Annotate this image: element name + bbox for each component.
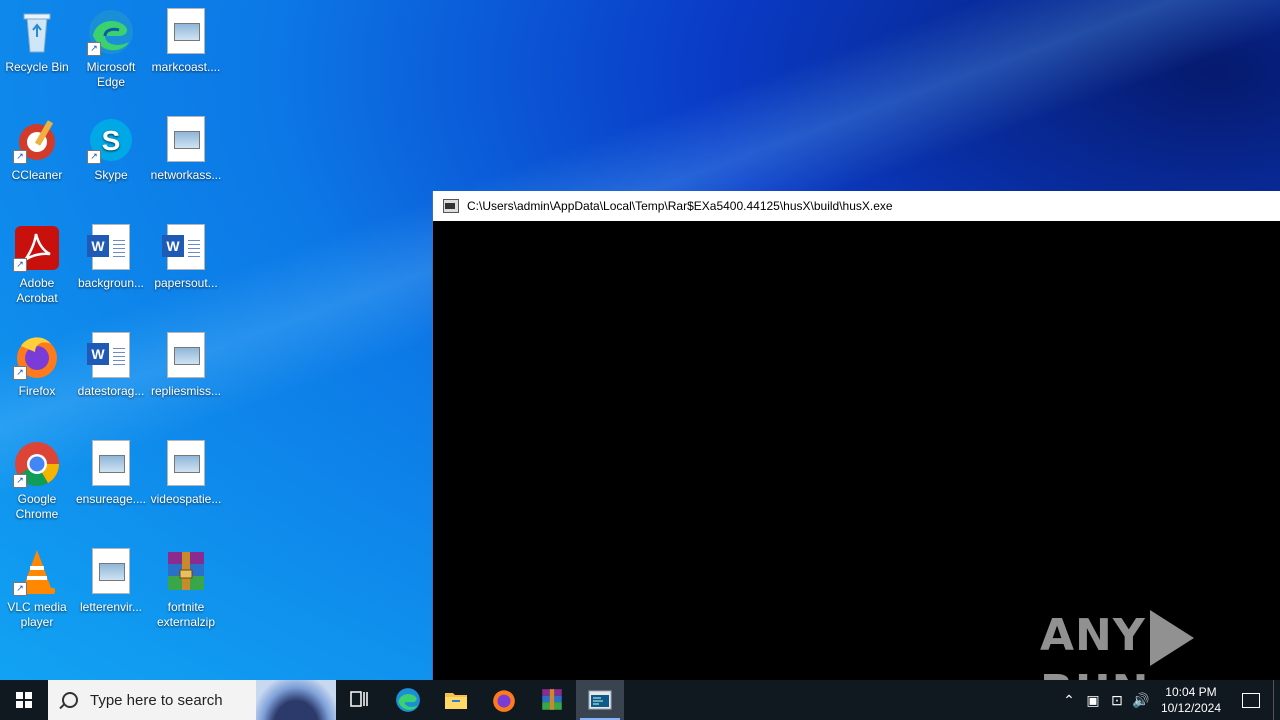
system-tray: ⌃ ▣ ⊡ 🔊 10:04 PM 10/12/2024 (1057, 680, 1280, 720)
desktop-icon-image-file[interactable]: networkass... (149, 116, 223, 183)
desktop-icon-image-file[interactable]: repliesmiss... (149, 332, 223, 399)
clock[interactable]: 10:04 PM 10/12/2024 (1153, 684, 1229, 716)
firefox-icon (493, 690, 515, 712)
shortcut-arrow-icon: ↗ (87, 150, 101, 164)
winrar-archive-icon (162, 548, 210, 596)
taskbar-firefox[interactable] (480, 680, 528, 720)
desktop-icon-label: Firefox (18, 384, 56, 398)
desktop-icon-label: VLC media player (7, 600, 67, 629)
edge-icon (396, 688, 420, 712)
edge-icon: ↗ (87, 8, 135, 56)
skype-icon: S ↗ (87, 116, 135, 164)
desktop-icon-label: papersout... (154, 276, 218, 290)
console-title: C:\Users\admin\AppData\Local\Temp\Rar$EX… (467, 199, 893, 213)
desktop-icon-word-doc[interactable]: W datestorag... (74, 332, 148, 399)
desktop-icon-recycle-bin[interactable]: Recycle Bin (0, 8, 74, 75)
image-file-icon (162, 332, 210, 380)
shortcut-arrow-icon: ↗ (13, 150, 27, 164)
desktop-icon-firefox[interactable]: ↗ Firefox (0, 332, 74, 399)
desktop-icon-image-file[interactable]: ensureage.... (74, 440, 148, 507)
search-icon (62, 692, 78, 708)
desktop-icon-vlc[interactable]: ↗ VLC media player (0, 548, 74, 630)
word-doc-icon: W (162, 224, 210, 272)
ccleaner-icon: ↗ (13, 116, 61, 164)
desktop-icon-label: fortnite externalzip (156, 600, 216, 629)
desktop-icon-google-chrome[interactable]: ↗ Google Chrome (0, 440, 74, 522)
image-file-icon (162, 440, 210, 488)
desktop-icon-label: Microsoft Edge (86, 60, 136, 89)
vlc-icon: ↗ (13, 548, 61, 596)
desktop-icon-winrar-archive[interactable]: fortnite externalzip (149, 548, 223, 630)
svg-text:S: S (102, 125, 121, 156)
image-file-icon (87, 440, 135, 488)
desktop-icon-label: letterenvir... (79, 600, 143, 614)
task-view-icon (350, 691, 368, 707)
desktop-icon-word-doc[interactable]: W backgroun... (74, 224, 148, 291)
desktop-icon-adobe-acrobat[interactable]: ↗ Adobe Acrobat (0, 224, 74, 306)
taskbar-file-explorer[interactable] (432, 680, 480, 720)
taskbar-edge[interactable] (384, 680, 432, 720)
task-view-button[interactable] (336, 680, 384, 720)
word-doc-icon: W (87, 224, 135, 272)
shortcut-arrow-icon: ↗ (13, 582, 27, 596)
desktop-icon-skype[interactable]: S ↗ Skype (74, 116, 148, 183)
desktop-icon-image-file[interactable]: markcoast.... (149, 8, 223, 75)
clock-time: 10:04 PM (1165, 685, 1217, 699)
winrar-icon (542, 689, 562, 710)
desktop-icon-label: Google Chrome (15, 492, 59, 521)
taskbar-console[interactable] (576, 680, 624, 720)
shortcut-arrow-icon: ↗ (13, 366, 27, 380)
volume-icon[interactable]: 🔊 (1129, 692, 1153, 709)
acrobat-icon: ↗ (13, 224, 61, 272)
recycle-bin-icon (13, 8, 61, 56)
taskbar: Type here to search ⌃ ▣ ⊡ 🔊 10:04 PM 10/… (0, 680, 1280, 720)
image-file-icon (162, 8, 210, 56)
desktop-icon-label: repliesmiss... (150, 384, 221, 398)
notification-icon (1242, 692, 1260, 708)
desktop-icon-image-file[interactable]: videospatie... (149, 440, 223, 507)
desktop-icon-microsoft-edge[interactable]: ↗ Microsoft Edge (74, 8, 148, 90)
desktop-icon-label: ensureage.... (75, 492, 147, 506)
desktop-icon-label: markcoast.... (151, 60, 221, 74)
watermark-text-left: ANY (1040, 610, 1146, 661)
firefox-icon: ↗ (13, 332, 61, 380)
search-placeholder: Type here to search (90, 691, 223, 709)
console-icon (588, 690, 612, 710)
start-button[interactable] (0, 680, 48, 720)
network-icon[interactable]: ⊡ (1105, 692, 1129, 709)
notifications-button[interactable] (1229, 680, 1273, 720)
image-file-icon (162, 116, 210, 164)
windows-logo-icon (16, 692, 32, 708)
show-desktop-button[interactable] (1273, 680, 1280, 720)
search-highlight-image (256, 680, 336, 720)
file-explorer-icon (445, 693, 467, 709)
desktop-icon-label: Adobe Acrobat (16, 276, 58, 305)
chevron-up-icon[interactable]: ⌃ (1057, 692, 1081, 709)
clock-date: 10/12/2024 (1160, 701, 1221, 715)
desktop-icon-label: Skype (94, 168, 128, 182)
taskbar-winrar[interactable] (528, 680, 576, 720)
desktop-icon-label: backgroun... (77, 276, 145, 290)
image-file-icon (87, 548, 135, 596)
desktop-icon-label: Recycle Bin (5, 60, 69, 74)
desktop-icon-label: videospatie... (150, 492, 222, 506)
console-icon (443, 199, 459, 213)
shortcut-arrow-icon: ↗ (87, 42, 101, 56)
play-icon (1149, 610, 1194, 666)
shortcut-arrow-icon: ↗ (13, 474, 27, 488)
desktop-icon-label: networkass... (150, 168, 222, 182)
meet-now-icon[interactable]: ▣ (1081, 692, 1105, 709)
shortcut-arrow-icon: ↗ (13, 258, 27, 272)
chrome-icon: ↗ (13, 440, 61, 488)
taskbar-search[interactable]: Type here to search (48, 680, 336, 720)
desktop-icon-label: datestorag... (77, 384, 145, 398)
desktop-icon-image-file[interactable]: letterenvir... (74, 548, 148, 615)
console-window[interactable]: C:\Users\admin\AppData\Local\Temp\Rar$EX… (432, 191, 1280, 680)
desktop-icon-ccleaner[interactable]: ↗ CCleaner (0, 116, 74, 183)
desktop-icon-label: CCleaner (11, 168, 63, 182)
word-doc-icon: W (87, 332, 135, 380)
desktop-icon-word-doc[interactable]: W papersout... (149, 224, 223, 291)
console-titlebar[interactable]: C:\Users\admin\AppData\Local\Temp\Rar$EX… (433, 191, 1280, 221)
